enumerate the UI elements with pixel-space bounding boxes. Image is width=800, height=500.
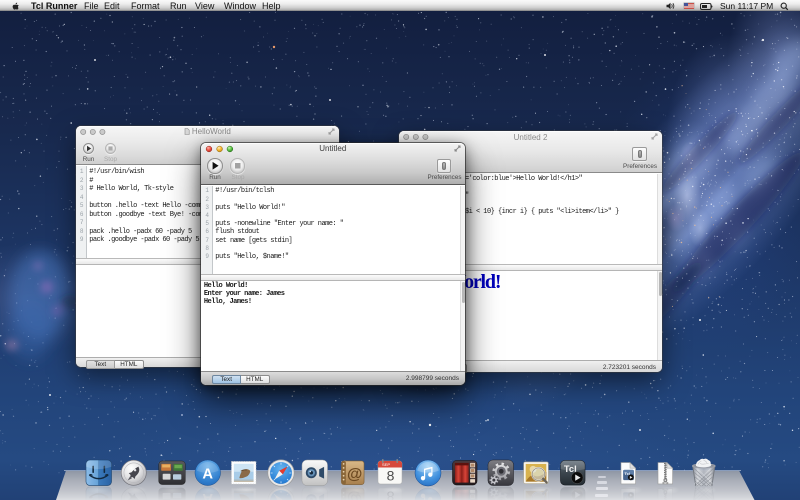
svg-text:@: @ xyxy=(347,466,362,483)
svg-text:A: A xyxy=(203,490,214,500)
svg-text:SEP: SEP xyxy=(382,462,390,467)
svg-text:A: A xyxy=(203,466,214,482)
svg-text:8: 8 xyxy=(387,488,395,500)
svg-text:@: @ xyxy=(347,489,362,500)
svg-text:8: 8 xyxy=(387,467,395,483)
